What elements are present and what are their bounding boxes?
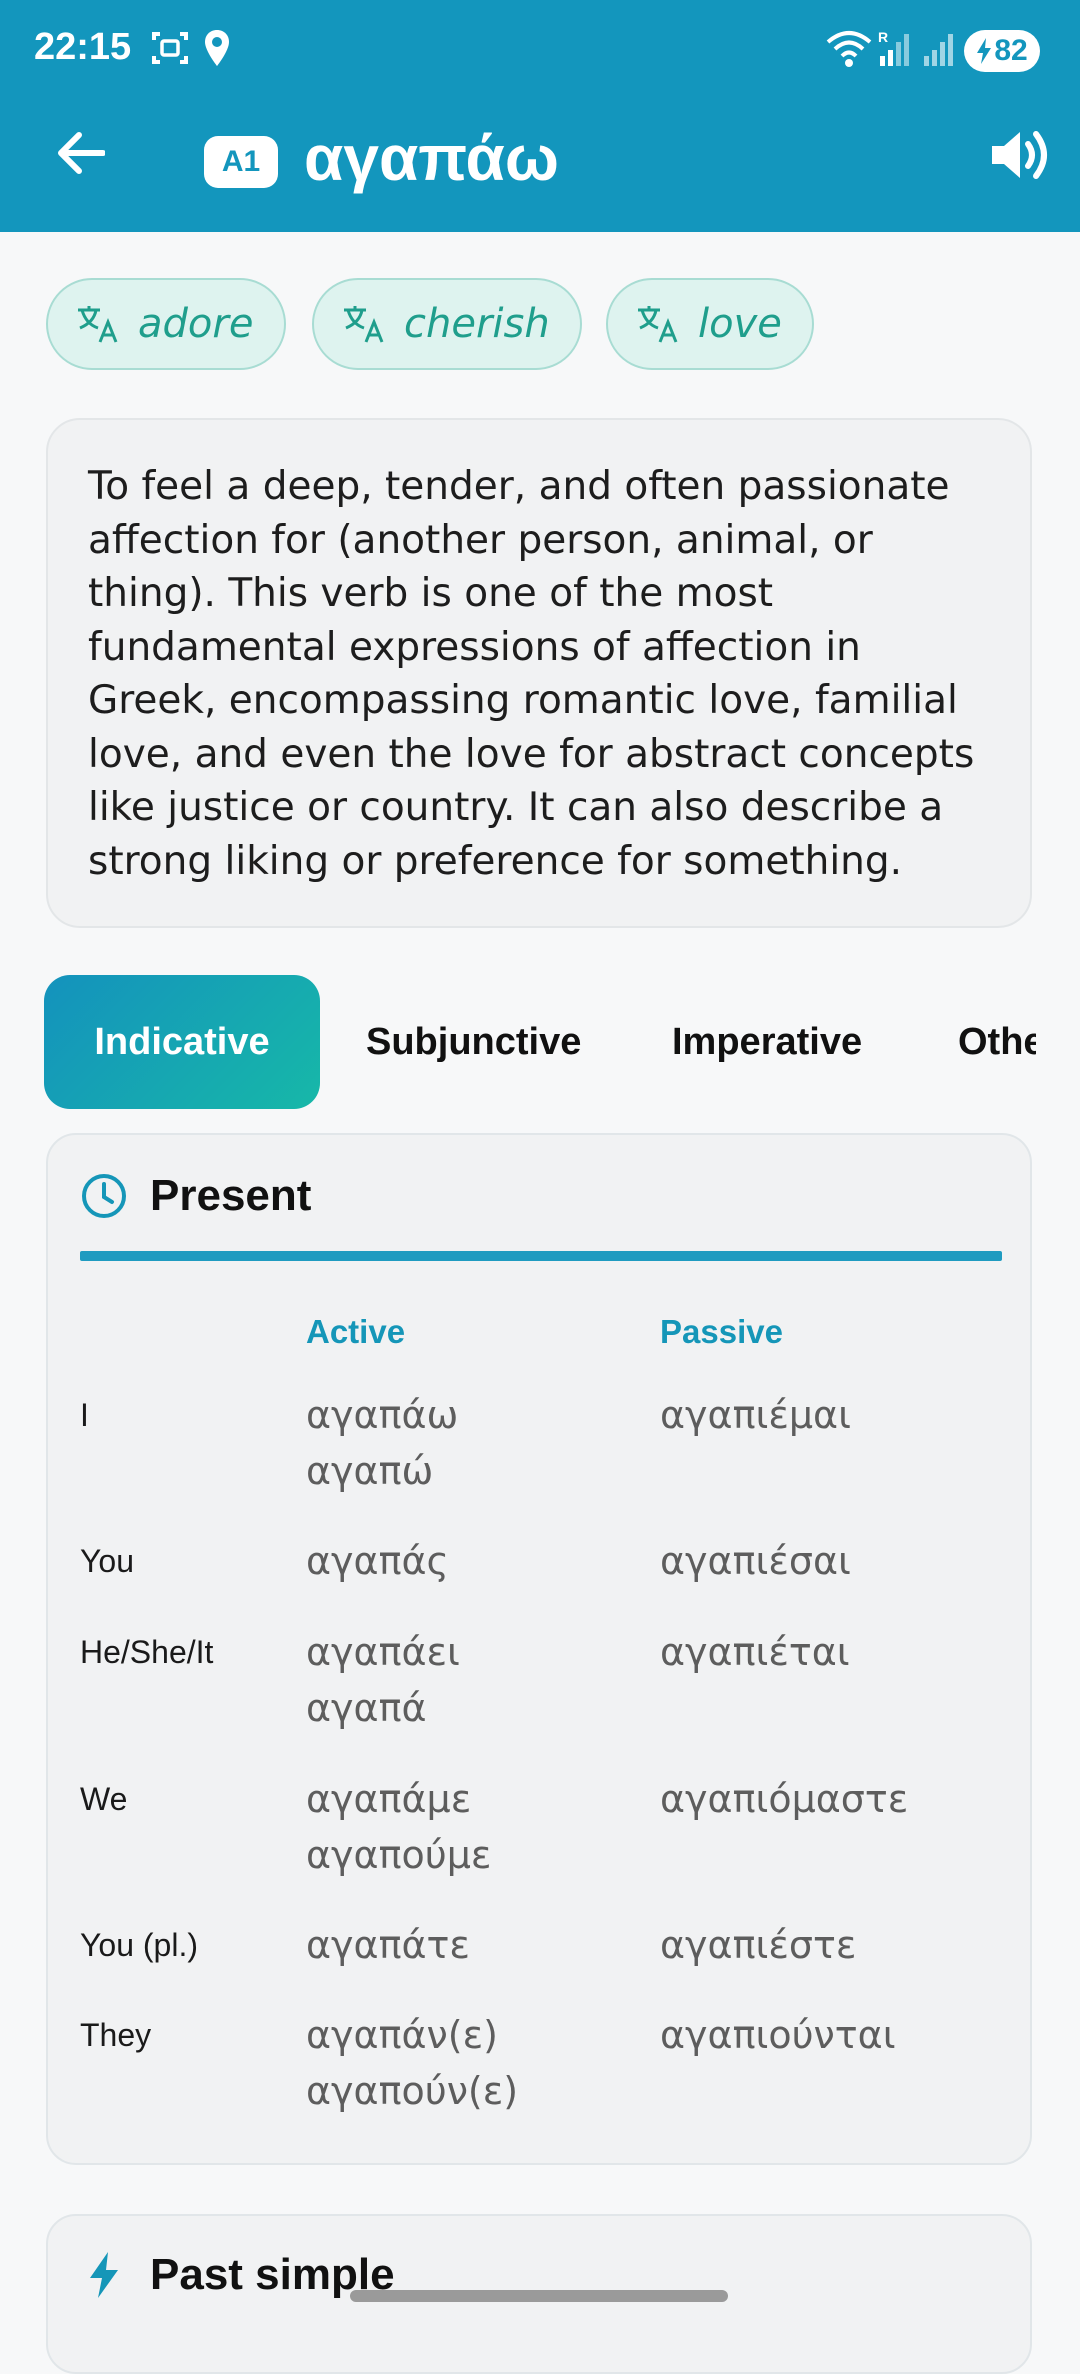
active-forms: αγαπάν(ε) αγαπούν(ε)	[306, 2007, 518, 2119]
active-form: αγαπούμε	[306, 1833, 492, 1877]
translate-icon	[344, 306, 384, 343]
person-label: You (pl.)	[80, 1927, 198, 1963]
definition-card: To feel a deep, tender, and often passio…	[46, 418, 1032, 928]
passive-forms: αγαπιέμαι	[660, 1387, 851, 1443]
gesture-bar[interactable]	[350, 2290, 728, 2302]
person-label: You	[80, 1543, 134, 1579]
chip-label: love	[698, 301, 782, 347]
charging-icon	[977, 38, 992, 64]
passive-form: αγαπιόμαστε	[660, 1777, 909, 1821]
active-forms: αγαπάω αγαπώ	[306, 1387, 458, 1499]
tab-imperative[interactable]: Imperative	[672, 975, 862, 1109]
signal-r-icon: R	[878, 29, 909, 66]
page-title: αγαπάω	[304, 122, 559, 194]
card-header: Past simple	[80, 2250, 395, 2300]
person-label: We	[80, 1781, 128, 1817]
signal-icon	[924, 34, 953, 66]
translate-icon	[78, 306, 118, 343]
person-label: They	[80, 2017, 152, 2053]
volume-icon	[992, 131, 1047, 179]
tense-title: Present	[150, 1171, 312, 1220]
translation-chip[interactable]: adore	[46, 278, 286, 370]
status-time: 22:15	[34, 26, 132, 68]
battery-indicator: 82	[964, 30, 1040, 72]
passive-forms: αγαπιέται	[660, 1624, 850, 1680]
active-form: αγαπώ	[306, 1449, 434, 1493]
translation-chip[interactable]: cherish	[312, 278, 582, 370]
battery-level: 82	[994, 34, 1028, 67]
chip-label: adore	[138, 301, 254, 347]
passive-form: αγαπιέμαι	[660, 1393, 851, 1437]
definition-text: To feel a deep, tender, and often passio…	[88, 464, 975, 884]
active-form: αγαπούν(ε)	[306, 2069, 519, 2113]
passive-form: αγαπιούνται	[660, 2013, 896, 2057]
passive-forms: αγαπιούνται	[660, 2007, 896, 2063]
active-form: αγαπάω	[306, 1393, 459, 1437]
present-tense-card: Present Active Passive I αγαπάω αγαπώ αγ…	[46, 1133, 1032, 2165]
passive-form: αγαπιέσαι	[660, 1539, 851, 1583]
active-form: αγαπάτε	[306, 1923, 470, 1967]
active-form: αγαπά	[306, 1686, 427, 1730]
tab-subjunctive[interactable]: Subjunctive	[366, 975, 581, 1109]
level-badge: A1	[204, 136, 278, 188]
passive-forms: αγαπιέσαι	[660, 1533, 851, 1589]
screenshot-icon	[152, 32, 188, 64]
tab-indicative[interactable]: Indicative	[44, 975, 320, 1109]
svg-text:R: R	[878, 29, 888, 45]
column-header-passive: Passive	[660, 1313, 783, 1350]
column-header-active: Active	[306, 1313, 406, 1350]
chip-label: cherish	[404, 301, 550, 347]
person-label: He/She/It	[80, 1634, 214, 1670]
passive-form: αγαπιέται	[660, 1630, 850, 1674]
tab-other[interactable]: Other	[958, 975, 1036, 1109]
lightning-icon	[90, 2252, 118, 2298]
mood-tabs: Indicative Subjunctive Imperative Other	[44, 975, 1036, 1111]
translation-chip[interactable]: love	[606, 278, 814, 370]
passive-form: αγαπιέστε	[660, 1923, 857, 1967]
person-label: I	[80, 1397, 89, 1433]
speaker-button[interactable]	[986, 120, 1056, 190]
active-forms: αγαπάτε	[306, 1917, 470, 1973]
active-form: αγαπάει	[306, 1630, 460, 1674]
divider	[80, 1251, 1002, 1261]
passive-forms: αγαπιόμαστε	[660, 1771, 908, 1827]
active-forms: αγαπάς	[306, 1533, 449, 1589]
card-header: Present	[80, 1171, 311, 1221]
location-icon	[205, 30, 229, 66]
wifi-icon	[826, 31, 872, 67]
translate-icon	[638, 306, 678, 343]
active-form: αγαπάν(ε)	[306, 2013, 498, 2057]
back-button[interactable]	[40, 118, 120, 188]
arrow-left-icon	[58, 132, 105, 174]
active-forms: αγαπάει αγαπά	[306, 1624, 460, 1736]
active-form: αγαπάμε	[306, 1777, 472, 1821]
active-form: αγαπάς	[306, 1539, 449, 1583]
active-forms: αγαπάμε αγαπούμε	[306, 1771, 491, 1883]
app-bar: 22:15 R 82 A1 αγαπάω	[0, 0, 1080, 232]
passive-forms: αγαπιέστε	[660, 1917, 856, 1973]
clock-icon	[82, 1174, 126, 1218]
